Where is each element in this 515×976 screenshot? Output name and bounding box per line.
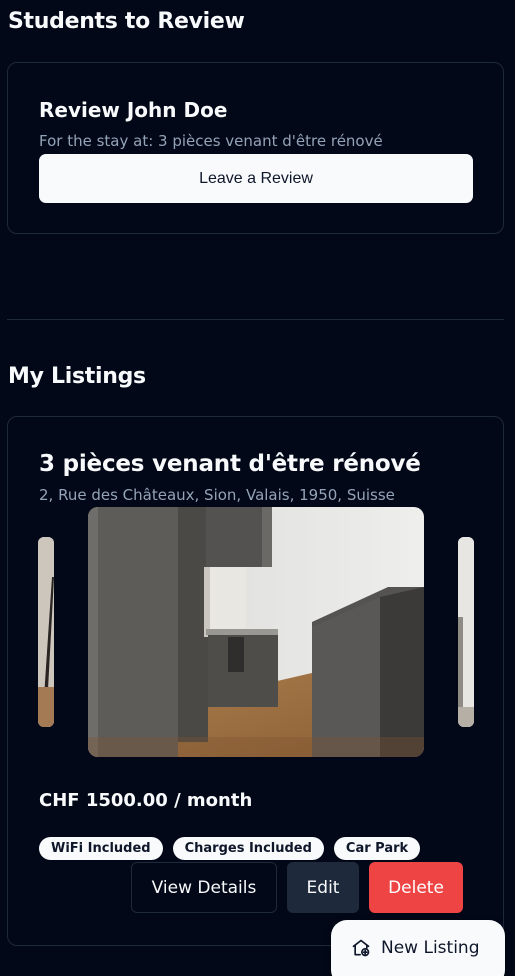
tag-charges-included: Charges Included	[172, 837, 324, 860]
listing-title: 3 pièces venant d'être rénové	[39, 451, 421, 477]
listing-amenity-tags: WiFi Included Charges Included Car Park	[39, 837, 421, 860]
delete-button[interactable]: Delete	[369, 862, 463, 913]
listing-kitchen-photo[interactable]	[88, 507, 424, 757]
review-student-name: Review John Doe	[39, 98, 228, 122]
view-details-button[interactable]: View Details	[131, 862, 277, 913]
review-card: Review John Doe For the stay at: 3 pièce…	[7, 62, 504, 234]
listing-image-carousel[interactable]	[38, 507, 474, 759]
review-stay-text: For the stay at: 3 pièces venant d'être …	[39, 132, 383, 150]
listing-card: 3 pièces venant d'être rénové 2, Rue des…	[7, 416, 504, 946]
edit-button[interactable]: Edit	[287, 862, 359, 913]
listing-address: 2, Rue des Châteaux, Sion, Valais, 1950,…	[39, 486, 395, 504]
tag-wifi-included: WiFi Included	[39, 837, 163, 860]
new-listing-label: New Listing	[381, 938, 480, 958]
leave-review-button[interactable]: Leave a Review	[39, 154, 473, 203]
new-listing-button[interactable]: New Listing	[331, 920, 505, 976]
house-plus-icon	[351, 938, 371, 958]
listing-price: CHF 1500.00 / month	[39, 790, 253, 811]
carousel-previous-image[interactable]	[38, 537, 54, 727]
carousel-next-image[interactable]	[458, 537, 474, 727]
my-listings-heading: My Listings	[8, 364, 146, 389]
students-to-review-heading: Students to Review	[8, 9, 245, 34]
listing-actions: View Details Edit Delete	[131, 862, 463, 913]
section-divider	[7, 319, 504, 320]
tag-car-park: Car Park	[333, 837, 421, 860]
